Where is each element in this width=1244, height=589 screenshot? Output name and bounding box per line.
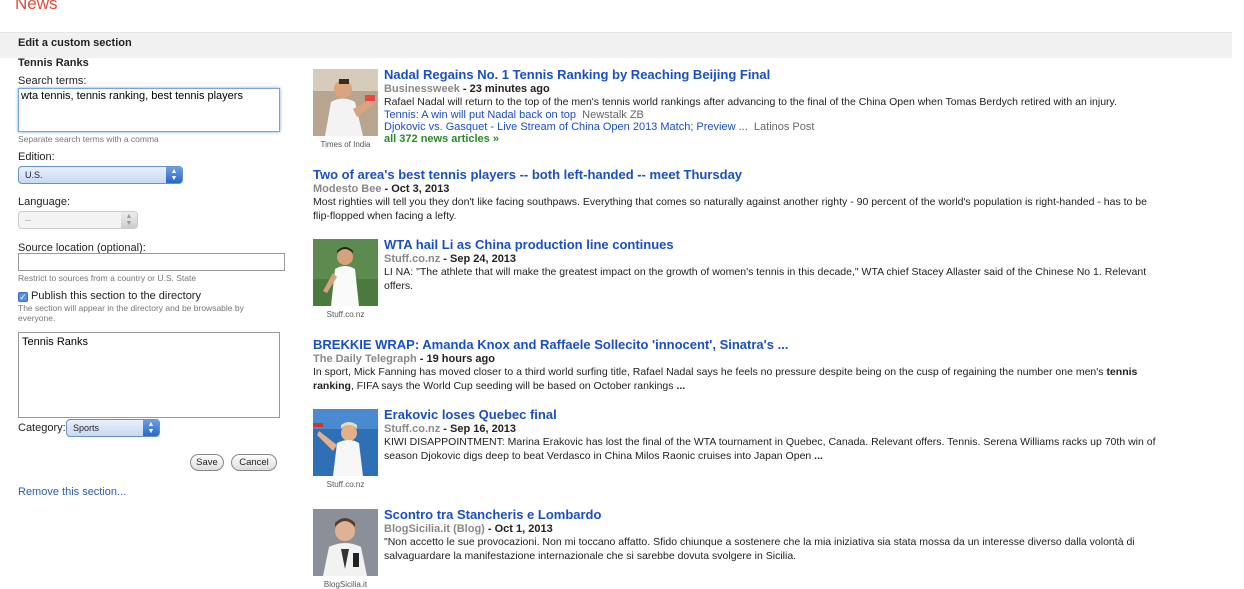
language-select[interactable]: -- ▲ ▼ (18, 211, 138, 229)
select-arrows-icon: ▲ ▼ (166, 167, 182, 183)
select-arrows-icon: ▲ ▼ (143, 420, 159, 436)
article-headline[interactable]: Erakovic loses Quebec final (384, 407, 1184, 422)
article-time: - Oct 3, 2013 (381, 183, 450, 195)
section-header-bar: Edit a custom section (0, 32, 1232, 58)
save-button[interactable]: Save (190, 454, 224, 471)
section-description-input[interactable] (18, 332, 280, 418)
article-time: - Sep 16, 2013 (440, 423, 517, 435)
app-title: News (15, 0, 58, 13)
article-headline[interactable]: Nadal Regains No. 1 Tennis Ranking by Re… (384, 67, 1184, 82)
language-value: -- (25, 215, 31, 225)
article-thumbnail[interactable] (313, 409, 378, 476)
article-time: - Oct 1, 2013 (484, 523, 553, 535)
edition-label: Edition: (18, 151, 55, 163)
category-select[interactable]: Sports ▲ ▼ (66, 419, 160, 437)
select-arrows-icon: ▲ ▼ (121, 212, 137, 228)
publish-checkbox[interactable]: ✓ (18, 292, 28, 302)
related-article-source: Newstalk ZB (582, 109, 644, 121)
article-snippet-line: Most righties will tell you they don't l… (313, 196, 1147, 208)
section-name: Tennis Ranks (18, 57, 89, 69)
search-terms-input[interactable] (18, 88, 280, 132)
thumbnail-source: Stuff.co.nz (326, 480, 365, 489)
publish-label: Publish this section to the directory (31, 290, 201, 302)
article-snippet-line: salvaguardare la manifestazione internaz… (384, 550, 797, 562)
article-headline[interactable]: Two of area's best tennis players -- bot… (313, 167, 1193, 182)
article-snippet-line: LI NA: "The athlete that will make the g… (384, 266, 1147, 278)
article-snippet-line: season Djokovic digs deep to beat Verdas… (384, 450, 823, 462)
article-snippet-line: offers. (384, 280, 413, 292)
article-snippet-line: "Non accetto le sue provocazioni. Non mi… (384, 536, 1135, 548)
article-headline[interactable]: WTA hail Li as China production line con… (384, 237, 1184, 252)
article-publisher: The Daily Telegraph (313, 353, 417, 365)
article-headline[interactable]: BREKKIE WRAP: Amanda Knox and Raffaele S… (313, 337, 1193, 352)
article-thumbnail[interactable] (313, 239, 378, 306)
language-label: Language: (18, 196, 70, 208)
search-terms-help: Separate search terms with a comma (18, 134, 159, 144)
article-publisher: Modesto Bee (313, 183, 382, 195)
article-snippet: Rafael Nadal will return to the top of t… (384, 96, 1117, 108)
article-publisher: Businessweek (384, 83, 460, 95)
thumbnail-source: Times of India (320, 140, 371, 149)
cancel-button[interactable]: Cancel (231, 454, 277, 471)
article-publisher: Stuff.co.nz (384, 253, 441, 265)
article-publisher: Stuff.co.nz (384, 423, 441, 435)
section-header-label: Edit a custom section (18, 37, 132, 49)
related-article-link[interactable]: Tennis: A win will put Nadal back on top (384, 109, 576, 121)
related-article: Djokovic vs. Gasquet - Live Stream of Ch… (384, 121, 1184, 133)
article-time: - 23 minutes ago (459, 83, 550, 95)
all-articles-link[interactable]: all 372 news articles » (384, 133, 1184, 145)
thumbnail-source: Stuff.co.nz (326, 310, 365, 319)
article-snippet: In sport, Mick Fanning has moved closer … (313, 366, 1138, 392)
news-article: Two of area's best tennis players -- bot… (313, 167, 1193, 223)
article-publisher: BlogSicilia.it (Blog) (384, 523, 485, 535)
publish-help: The section will appear in the directory… (18, 303, 244, 323)
news-article: BREKKIE WRAP: Amanda Knox and Raffaele S… (313, 337, 1193, 393)
article-time: - 19 hours ago (416, 353, 495, 365)
article-snippet-line: flip-flopped when facing a lefty. (313, 210, 457, 222)
source-location-input[interactable] (18, 253, 285, 271)
related-article-source: Latinos Post (753, 121, 815, 133)
search-terms-label: Search terms: (18, 75, 87, 87)
article-headline[interactable]: Scontro tra Stancheris e Lombardo (384, 507, 1184, 522)
article-time: - Sep 24, 2013 (440, 253, 517, 265)
related-article-link[interactable]: Djokovic vs. Gasquet - Live Stream of Ch… (384, 121, 748, 133)
category-label: Category: (18, 422, 66, 434)
edition-select[interactable]: U.S. ▲ ▼ (18, 166, 183, 184)
category-value: Sports (73, 423, 100, 433)
source-location-help: Restrict to sources from a country or U.… (18, 273, 197, 283)
edition-value: U.S. (25, 170, 43, 180)
article-snippet-line: KIWI DISAPPOINTMENT: Marina Erakovic has… (384, 436, 1156, 448)
article-thumbnail[interactable] (313, 69, 378, 136)
thumbnail-source: BlogSicilia.it (323, 580, 368, 589)
article-thumbnail[interactable] (313, 509, 378, 576)
remove-section-link[interactable]: Remove this section... (18, 486, 126, 498)
related-article: Tennis: A win will put Nadal back on top… (384, 109, 1184, 121)
